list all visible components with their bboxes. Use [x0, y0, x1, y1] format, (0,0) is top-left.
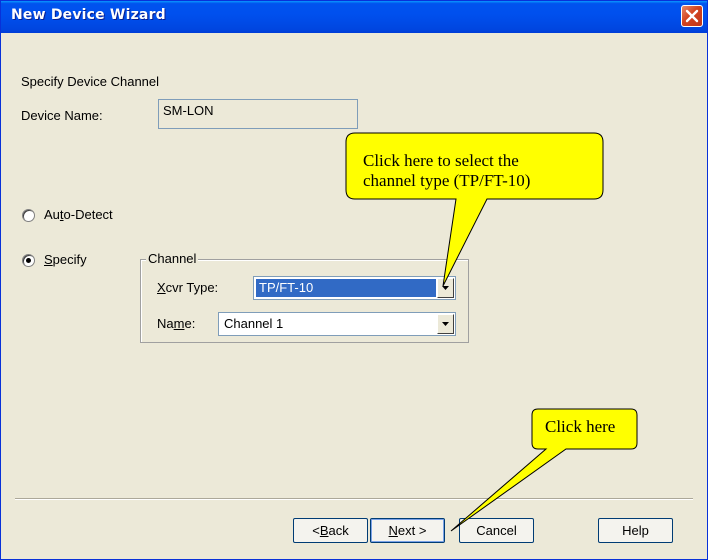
xcvr-callout-line2: channel type (TP/FT-10)	[363, 171, 531, 190]
xcvr-callout-line1: Click here to select the	[363, 151, 519, 170]
wizard-window: New Device Wizard Specify Device Channel…	[0, 0, 708, 560]
next-callout-text: Click here	[545, 417, 616, 436]
callout-overlay	[345, 132, 638, 532]
